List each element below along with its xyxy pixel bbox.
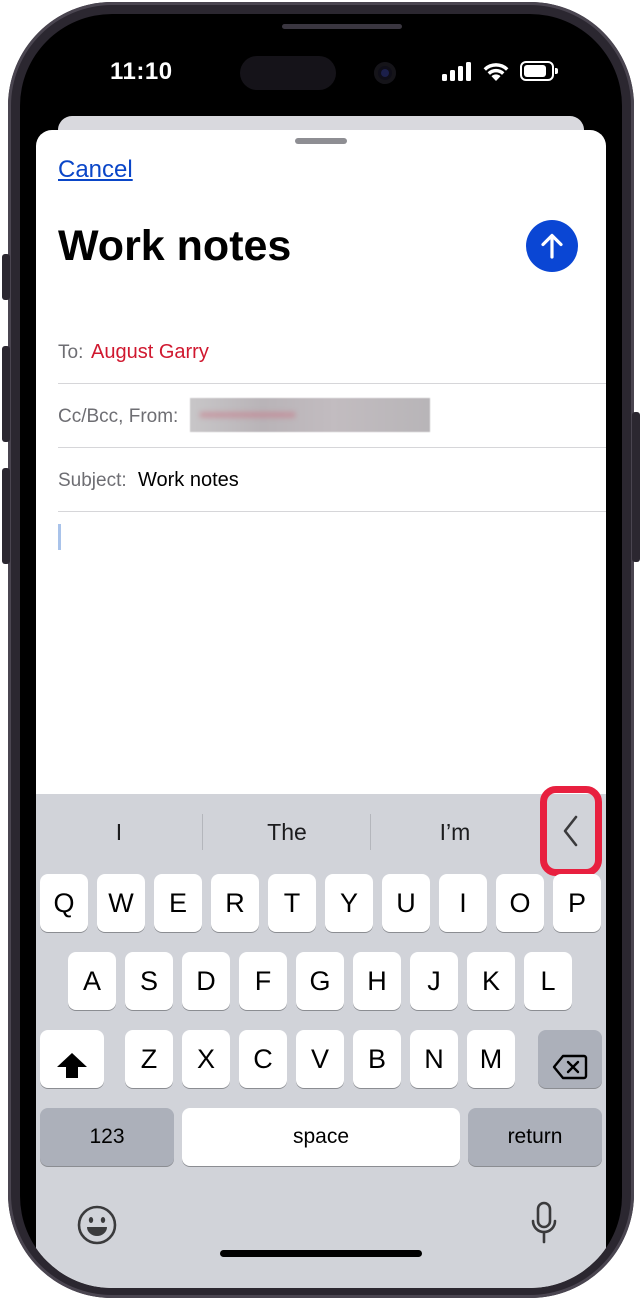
- key-l[interactable]: L: [524, 952, 572, 1010]
- key-o[interactable]: O: [496, 874, 544, 932]
- key-b[interactable]: B: [353, 1030, 401, 1088]
- key-i[interactable]: I: [439, 874, 487, 932]
- subject-label: Subject:: [58, 470, 127, 491]
- cc-bcc-from-label: Cc/Bcc, From:: [58, 406, 179, 427]
- home-indicator[interactable]: [220, 1250, 422, 1257]
- wifi-icon: [483, 63, 509, 81]
- key-h[interactable]: H: [353, 952, 401, 1010]
- battery-icon: [520, 61, 558, 81]
- key-v[interactable]: V: [296, 1030, 344, 1088]
- cc-bcc-from-field[interactable]: Cc/Bcc, From: •••••••••••••••••: [58, 384, 606, 448]
- sheet-grabber[interactable]: [295, 138, 347, 144]
- key-c[interactable]: C: [239, 1030, 287, 1088]
- keyboard: I The I’m Q W E R T Y U I O P A S D F G …: [36, 786, 606, 1288]
- speaker-grille: [282, 24, 402, 29]
- chevron-left-icon: [563, 815, 578, 847]
- key-y[interactable]: Y: [325, 874, 373, 932]
- key-z[interactable]: Z: [125, 1030, 173, 1088]
- status-time: 11:10: [110, 58, 173, 85]
- send-button[interactable]: [526, 220, 578, 272]
- key-r[interactable]: R: [211, 874, 259, 932]
- prediction-3[interactable]: I’m: [372, 812, 538, 852]
- to-label: To:: [58, 342, 84, 363]
- key-g[interactable]: G: [296, 952, 344, 1010]
- key-e[interactable]: E: [154, 874, 202, 932]
- key-f[interactable]: F: [239, 952, 287, 1010]
- dictation-button[interactable]: [530, 1200, 558, 1248]
- key-u[interactable]: U: [382, 874, 430, 932]
- cellular-signal-icon: [442, 61, 472, 81]
- microphone-icon: [531, 1201, 557, 1244]
- compose-title: Work notes: [58, 222, 292, 270]
- collapse-toolbar-button[interactable]: [540, 786, 602, 876]
- screen: 11:10 Cancel Work notes To: August Garry: [20, 14, 622, 1288]
- key-a[interactable]: A: [68, 952, 116, 1010]
- volume-down-button: [2, 468, 10, 564]
- compose-sheet: Cancel Work notes To: August Garry Cc/Bc…: [36, 130, 606, 1288]
- return-key[interactable]: return: [468, 1108, 602, 1166]
- subject-field[interactable]: Subject: Work notes: [58, 448, 606, 512]
- volume-up-button: [2, 346, 10, 442]
- emoji-button[interactable]: [76, 1204, 118, 1246]
- key-d[interactable]: D: [182, 952, 230, 1010]
- cancel-button[interactable]: Cancel: [58, 156, 133, 184]
- delete-key[interactable]: [538, 1030, 602, 1088]
- key-p[interactable]: P: [553, 874, 601, 932]
- key-x[interactable]: X: [182, 1030, 230, 1088]
- prediction-1[interactable]: I: [36, 812, 202, 852]
- camera-icon: [374, 62, 396, 84]
- key-j[interactable]: J: [410, 952, 458, 1010]
- backspace-icon: [552, 1054, 588, 1080]
- prediction-2[interactable]: The: [204, 812, 370, 852]
- key-s[interactable]: S: [125, 952, 173, 1010]
- emoji-icon: [77, 1205, 117, 1245]
- dynamic-island: [240, 56, 336, 90]
- prediction-divider: [202, 814, 203, 850]
- shift-icon: [57, 1053, 87, 1078]
- predictive-bar: I The I’m: [36, 786, 606, 876]
- redacted-from-email: •••••••••••••••••: [190, 398, 430, 432]
- space-key[interactable]: space: [182, 1108, 460, 1166]
- key-t[interactable]: T: [268, 874, 316, 932]
- key-n[interactable]: N: [410, 1030, 458, 1088]
- to-recipient[interactable]: August Garry: [91, 341, 209, 364]
- text-cursor: [58, 524, 61, 550]
- subject-value[interactable]: Work notes: [138, 469, 239, 492]
- to-field[interactable]: To: August Garry: [58, 320, 606, 384]
- shift-key[interactable]: [40, 1030, 104, 1088]
- action-button: [2, 254, 10, 300]
- arrow-up-icon: [541, 233, 563, 259]
- key-w[interactable]: W: [97, 874, 145, 932]
- prediction-divider: [370, 814, 371, 850]
- side-button: [632, 412, 640, 562]
- key-q[interactable]: Q: [40, 874, 88, 932]
- numbers-key[interactable]: 123: [40, 1108, 174, 1166]
- key-k[interactable]: K: [467, 952, 515, 1010]
- key-m[interactable]: M: [467, 1030, 515, 1088]
